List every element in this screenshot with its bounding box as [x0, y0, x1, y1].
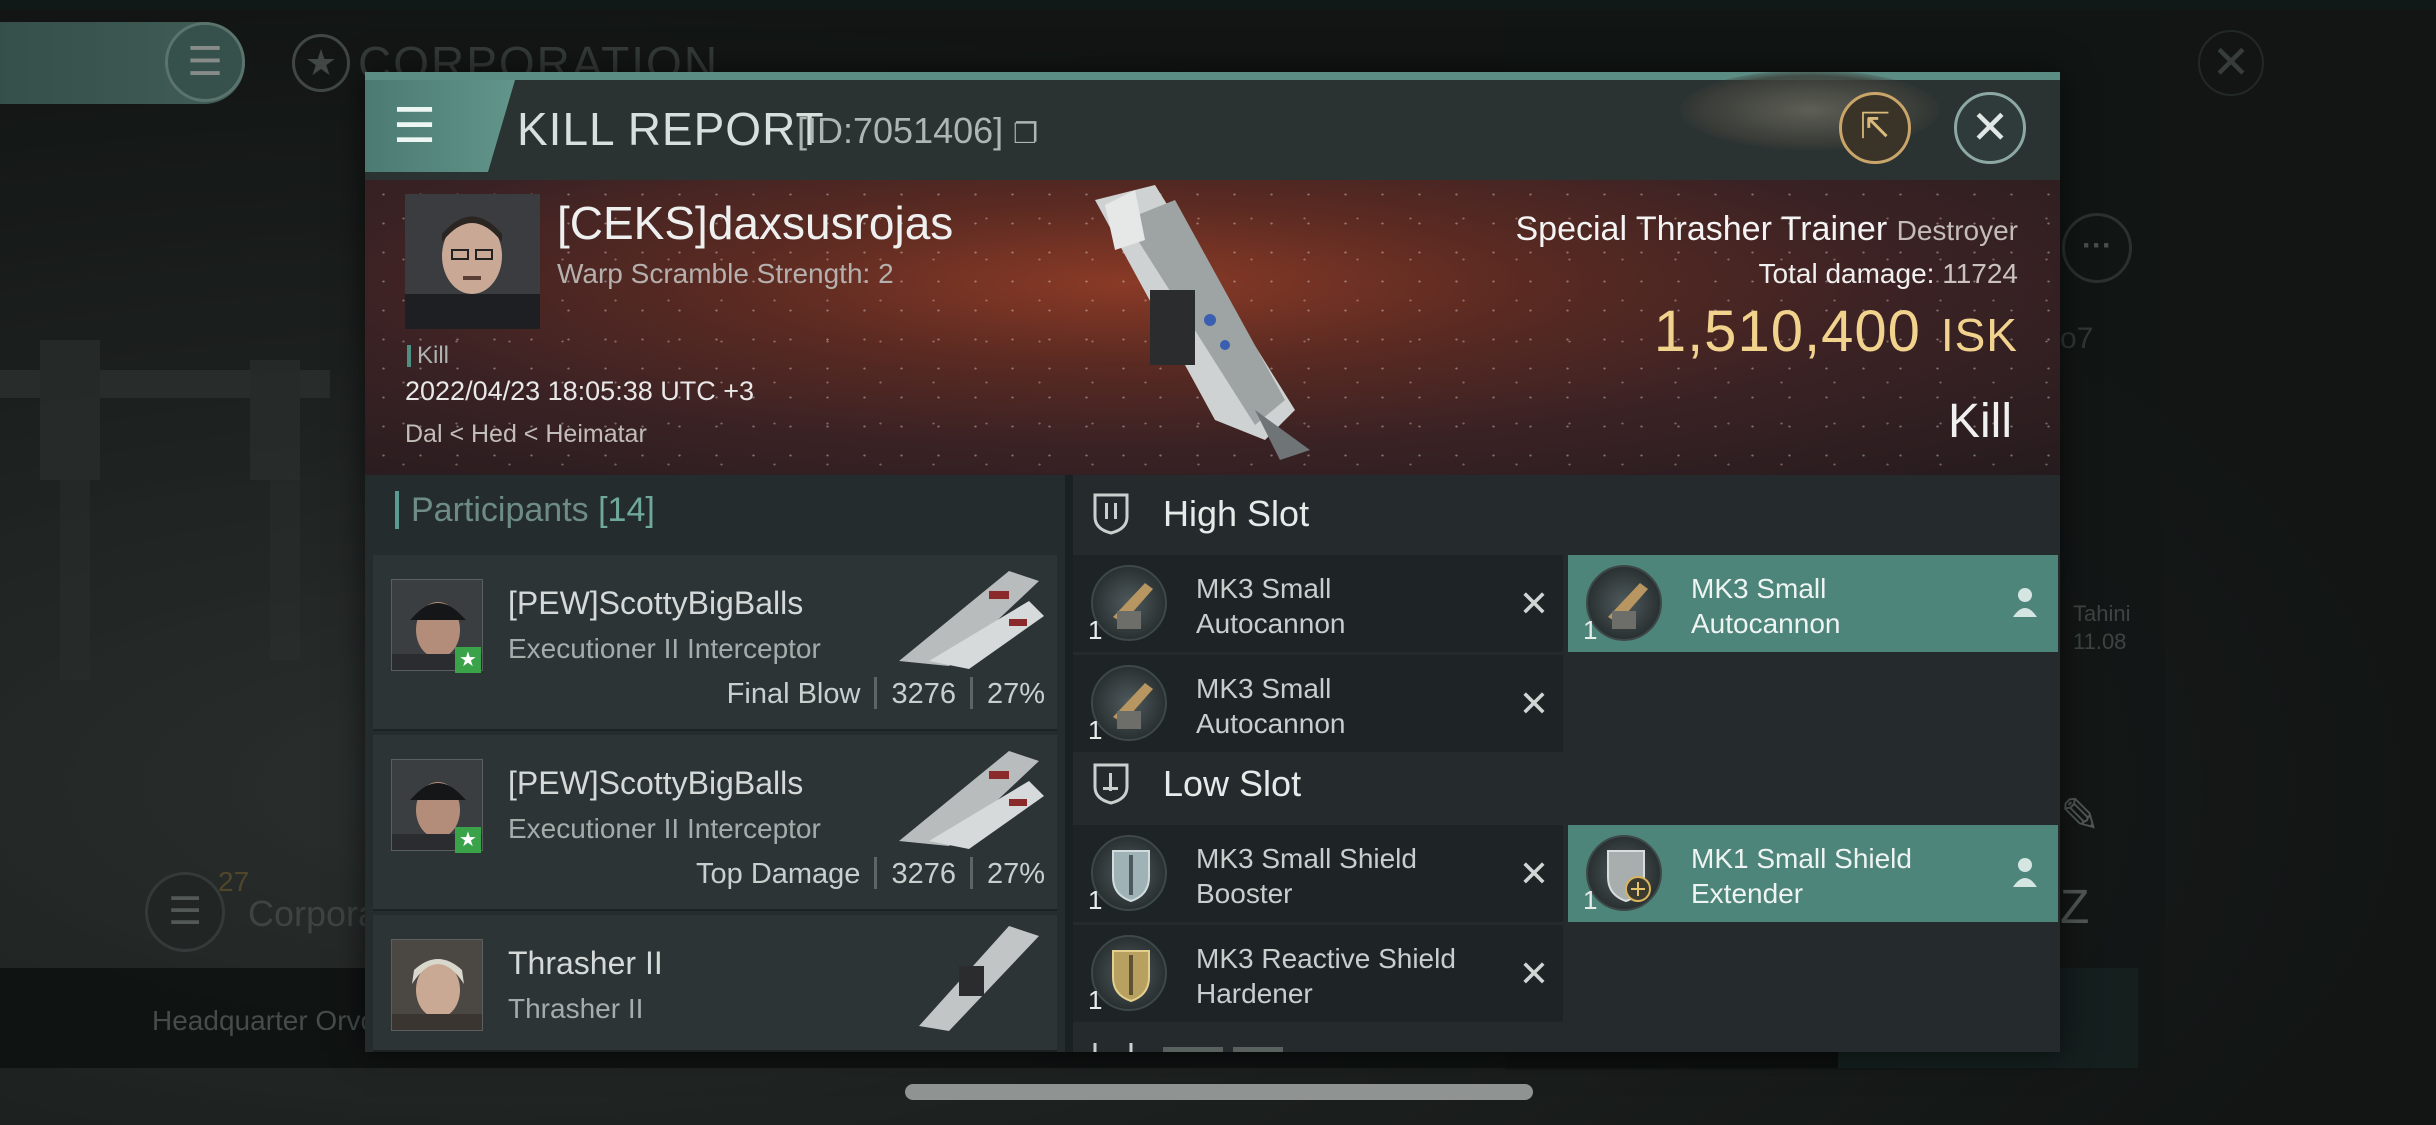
high-slot-label: High Slot [1163, 493, 1310, 534]
star-icon: ★ [455, 647, 481, 673]
destroyed-icon: ✕ [1518, 853, 1549, 894]
fitting-panel: High Slot 1 MK3 Small Autocannon ✕ 1 MK3 … [1073, 475, 2060, 1052]
module-quantity: 1 [1583, 615, 1598, 645]
module-slot-dropped[interactable]: 1 MK1 Small Shield Extender [1568, 825, 2058, 922]
next-slot-header-cutoff [1093, 1043, 1283, 1052]
victim-name[interactable]: [CEKS]daxsusrojas [557, 196, 953, 250]
module-slot[interactable]: 1 MK3 Small Autocannon ✕ [1073, 655, 1563, 752]
participant-row[interactable]: ★ [PEW]ScottyBigBalls Executioner II Int… [373, 555, 1057, 731]
module-quantity: 1 [1088, 715, 1103, 745]
high-slot-icon [1093, 493, 1129, 535]
participant-stats: Final Blow 3276 27% [726, 677, 1045, 710]
module-name: MK3 Small Autocannon [1196, 573, 1346, 639]
participant-ship-image [899, 751, 1044, 849]
low-slot-icon [1093, 763, 1129, 805]
low-slot-label: Low Slot [1163, 763, 1302, 804]
module-quantity: 1 [1088, 985, 1103, 1015]
share-button[interactable]: ⇱ [1839, 92, 1911, 164]
victim-ship-image[interactable] [1065, 180, 1345, 470]
close-button[interactable]: ✕ [1954, 92, 2026, 164]
kill-tag: Kill [407, 342, 449, 370]
high-slot-header: High Slot [1073, 475, 2060, 555]
destroyed-icon: ✕ [1518, 953, 1549, 994]
dropped-user-icon [2013, 858, 2037, 887]
kill-result: Kill [1947, 395, 2012, 448]
module-slot[interactable]: 1 MK3 Small Autocannon ✕ [1073, 555, 1563, 652]
participant-name: Thrasher II [508, 945, 663, 981]
participant-ship: Executioner II Interceptor [508, 813, 821, 844]
victim-subtitle: Warp Scramble Strength: 2 [557, 258, 894, 289]
participant-stats: Top Damage 3276 27% [696, 857, 1045, 890]
close-icon: ✕ [1970, 101, 2010, 153]
victim-portrait [405, 194, 540, 329]
participant-name: [PEW]ScottyBigBalls [508, 765, 804, 801]
star-icon: ★ [455, 827, 481, 853]
export-icon: ⇱ [1859, 105, 1891, 146]
kill-report-modal: ☰ KILL REPORT [ID:7051406] ❐ ⇱ ✕ [CEKS]d… [365, 72, 2060, 1052]
participant-ship: Thrasher II [508, 993, 644, 1024]
participant-avatar [391, 939, 483, 1031]
hamburger-icon: ☰ [393, 100, 437, 153]
low-slot-header: Low Slot [1073, 745, 2060, 825]
victim-banner: [CEKS]daxsusrojas Warp Scramble Strength… [365, 180, 2060, 475]
module-slot-dropped[interactable]: 1 MK3 Small Autocannon [1568, 555, 2058, 652]
module-slot[interactable]: 1 MK3 Small Shield Booster ✕ [1073, 825, 1563, 922]
module-quantity: 1 [1088, 615, 1103, 645]
isk-value: 1,510,400 ISK [1653, 299, 2018, 364]
participant-row[interactable]: Thrasher II Thrasher II [373, 915, 1057, 1052]
home-indicator[interactable] [905, 1084, 1533, 1100]
module-name: MK1 Small Shield Extender [1691, 843, 1912, 909]
module-name: MK3 Small Autocannon [1691, 573, 1841, 639]
kill-report-id[interactable]: [ID:7051406] ❐ [797, 110, 1038, 152]
participant-ship-image [919, 926, 1039, 1031]
dropped-user-icon [2013, 588, 2037, 617]
victim-ship[interactable]: Special Thrasher Trainer Destroyer [1516, 210, 2019, 249]
kill-datetime: 2022/04/23 18:05:38 UTC +3 [405, 376, 755, 406]
total-damage: Total damage: 11724 [1758, 258, 2018, 289]
participant-ship-image [899, 571, 1044, 669]
participant-row[interactable]: ★ [PEW]ScottyBigBalls Executioner II Int… [373, 735, 1057, 911]
modal-title: KILL REPORT [517, 103, 825, 155]
module-name: MK3 Reactive Shield Hardener [1196, 943, 1456, 1009]
participants-panel: Participants [14] ★ [PEW]ScottyBigBalls … [365, 475, 1065, 1052]
participant-ship: Executioner II Interceptor [508, 633, 821, 664]
participant-name: [PEW]ScottyBigBalls [508, 585, 804, 621]
kill-location[interactable]: Dal < Hed < Heimatar [405, 420, 647, 449]
copy-icon: ❐ [1013, 118, 1039, 149]
module-name: MK3 Small Shield Booster [1196, 843, 1417, 909]
module-quantity: 1 [1088, 885, 1103, 915]
module-name: MK3 Small Autocannon [1196, 673, 1346, 739]
victim-avatar[interactable] [405, 194, 540, 329]
participants-header: Participants [14] [395, 491, 655, 530]
destroyed-icon: ✕ [1518, 583, 1549, 624]
destroyed-icon: ✕ [1518, 683, 1549, 724]
module-slot[interactable]: 1 MK3 Reactive Shield Hardener ✕ [1073, 925, 1563, 1022]
module-quantity: 1 [1583, 885, 1598, 915]
